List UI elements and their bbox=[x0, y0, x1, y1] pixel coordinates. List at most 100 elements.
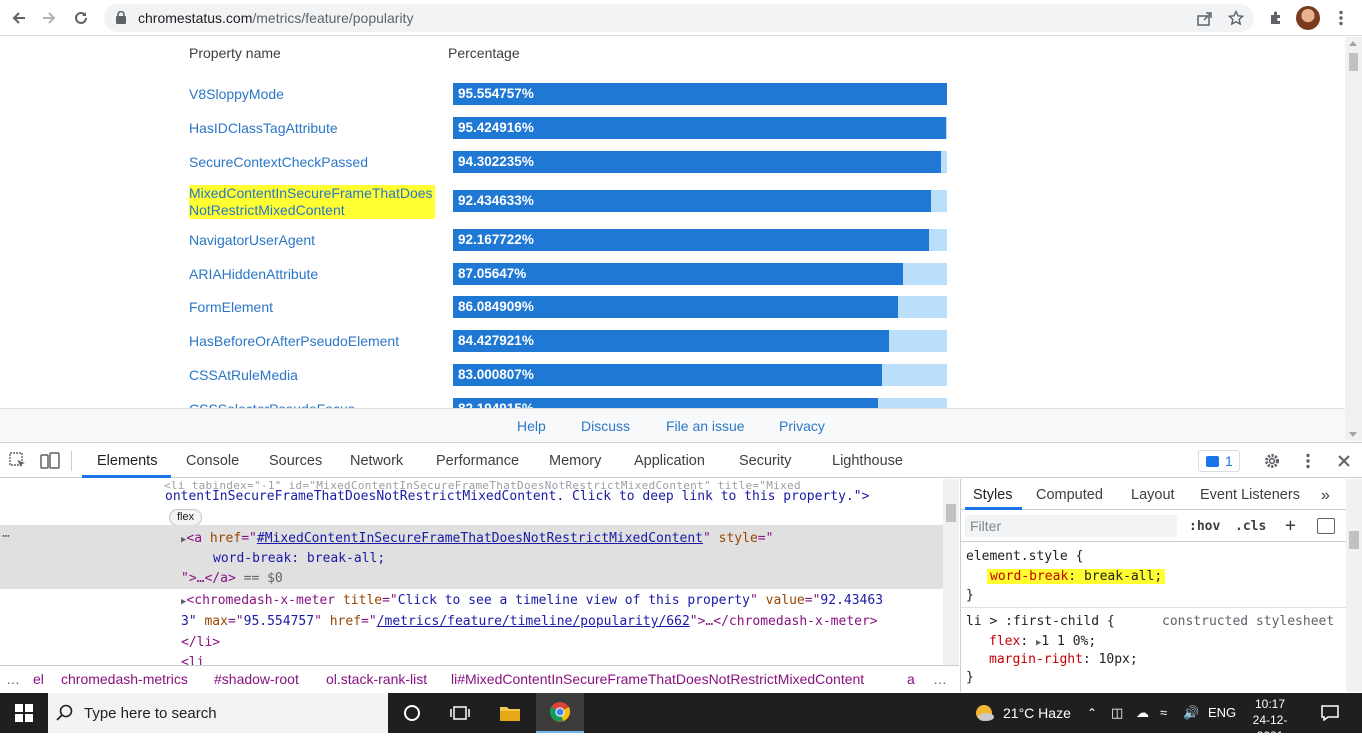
tab-security[interactable]: Security bbox=[739, 453, 791, 469]
breadcrumb-item[interactable]: el bbox=[33, 671, 44, 687]
dom-scroll-thumb[interactable] bbox=[946, 504, 956, 522]
file-explorer-icon[interactable] bbox=[486, 693, 534, 733]
task-view-icon[interactable] bbox=[436, 693, 484, 733]
percentage-meter[interactable]: 92.167722% bbox=[453, 229, 947, 251]
property-name-link[interactable]: CSSAtRuleMedia bbox=[189, 367, 435, 384]
volume-icon[interactable]: 🔊 bbox=[1183, 705, 1199, 721]
weather-text[interactable]: 21°C Haze bbox=[1003, 705, 1071, 721]
wifi-icon[interactable]: ≈ bbox=[1160, 705, 1167, 720]
property-name-link[interactable]: HasIDClassTagAttribute bbox=[189, 120, 435, 137]
chrome-taskbar-icon[interactable] bbox=[536, 693, 584, 733]
scroll-up-arrow-icon[interactable] bbox=[1349, 41, 1357, 46]
styles-filter-input[interactable]: Filter bbox=[965, 515, 1177, 537]
more-tabs-chevron-icon[interactable]: » bbox=[1321, 487, 1330, 505]
tab-computed[interactable]: Computed bbox=[1036, 487, 1103, 503]
anchor-href-link[interactable]: #MixedContentInSecureFrameThatDoesNotRes… bbox=[257, 531, 703, 546]
breadcrumb-item[interactable]: ol.stack-rank-list bbox=[326, 671, 427, 687]
close-devtools-icon[interactable] bbox=[1333, 451, 1355, 471]
tab-layout[interactable]: Layout bbox=[1131, 487, 1175, 503]
property-name-link[interactable]: HasBeforeOrAfterPseudoElement bbox=[189, 333, 435, 350]
back-icon[interactable] bbox=[6, 5, 32, 31]
device-toolbar-icon[interactable] bbox=[39, 451, 61, 471]
tab-sources[interactable]: Sources bbox=[269, 453, 322, 469]
toggle-sidebar-icon[interactable] bbox=[1317, 518, 1335, 534]
percentage-meter[interactable]: 86.084909% bbox=[453, 296, 947, 318]
page-scrollbar[interactable] bbox=[1345, 37, 1362, 441]
tab-application[interactable]: Application bbox=[634, 453, 705, 469]
help-link[interactable]: Help bbox=[517, 418, 546, 434]
share-icon[interactable] bbox=[1193, 7, 1215, 29]
extensions-icon[interactable] bbox=[1263, 5, 1289, 31]
property-name-link[interactable]: SecureContextCheckPassed bbox=[189, 154, 435, 171]
styles-scrollbar[interactable] bbox=[1346, 479, 1362, 692]
property-name-link[interactable]: ARIAHiddenAttribute bbox=[189, 266, 435, 283]
discuss-link[interactable]: Discuss bbox=[581, 418, 630, 434]
percentage-meter[interactable]: 92.434633% bbox=[453, 190, 947, 212]
flex-badge[interactable]: flex bbox=[169, 509, 203, 526]
percentage-meter[interactable]: 83.000807% bbox=[453, 364, 947, 386]
dom-scrollbar[interactable] bbox=[943, 479, 959, 665]
tab-styles[interactable]: Styles bbox=[973, 487, 1013, 503]
forward-icon[interactable] bbox=[36, 5, 62, 31]
breadcrumb-item[interactable]: #shadow-root bbox=[214, 671, 299, 687]
cls-toggle[interactable]: .cls bbox=[1235, 519, 1266, 534]
rule2-source[interactable]: constructed stylesheet bbox=[1162, 614, 1334, 629]
issues-icon bbox=[1206, 456, 1219, 467]
breadcrumb-item[interactable]: li#MixedContentInSecureFrameThatDoesNotR… bbox=[451, 671, 864, 687]
profile-avatar[interactable] bbox=[1296, 6, 1320, 30]
styles-scroll-thumb[interactable] bbox=[1349, 531, 1359, 549]
devtools-more-icon[interactable] bbox=[1297, 451, 1319, 471]
breadcrumb-item[interactable]: a bbox=[907, 671, 915, 687]
tab-memory[interactable]: Memory bbox=[549, 453, 601, 469]
scroll-down-arrow-icon[interactable] bbox=[1349, 432, 1357, 437]
cloud-icon[interactable]: ☁ bbox=[1136, 705, 1149, 721]
tab-elements[interactable]: Elements bbox=[97, 453, 157, 469]
settings-gear-icon[interactable] bbox=[1261, 451, 1283, 471]
tab-event-listeners[interactable]: Event Listeners bbox=[1200, 487, 1300, 503]
dom-node-meter[interactable]: ▶<chromedash-x-meter title="Click to see… bbox=[181, 593, 883, 608]
language-indicator[interactable]: ENG bbox=[1208, 705, 1236, 720]
tab-console[interactable]: Console bbox=[186, 453, 239, 469]
privacy-link[interactable]: Privacy bbox=[779, 418, 825, 434]
property-name-link[interactable]: FormElement bbox=[189, 299, 435, 316]
device-icon[interactable]: ◫ bbox=[1111, 705, 1123, 721]
issues-counter[interactable]: 1 bbox=[1198, 450, 1240, 472]
property-name-link[interactable]: V8SloppyMode bbox=[189, 86, 435, 103]
percentage-meter[interactable]: 94.302235% bbox=[453, 151, 947, 173]
windows-start-icon[interactable] bbox=[0, 693, 48, 733]
taskbar-search-box[interactable]: Type here to search bbox=[48, 693, 388, 733]
tab-performance[interactable]: Performance bbox=[436, 453, 519, 469]
breadcrumb-overflow-icon[interactable]: … bbox=[6, 671, 20, 687]
inspect-element-icon[interactable] bbox=[7, 451, 29, 471]
address-bar[interactable]: chromestatus.com/metrics/feature/popular… bbox=[104, 4, 1254, 32]
meter-href-link[interactable]: /metrics/feature/timeline/popularity/662 bbox=[377, 614, 690, 629]
file-issue-link[interactable]: File an issue bbox=[666, 418, 745, 434]
show-hidden-icons-chevron-icon[interactable]: ⌃ bbox=[1087, 706, 1097, 720]
property-name-link[interactable]: NavigatorUserAgent bbox=[189, 232, 435, 249]
percentage-meter[interactable]: 84.427921% bbox=[453, 330, 947, 352]
search-icon bbox=[56, 704, 73, 721]
bookmark-star-icon[interactable] bbox=[1225, 7, 1247, 29]
percentage-meter[interactable]: 95.424916% bbox=[453, 117, 947, 139]
system-clock[interactable]: 10:17 24-12-2021 bbox=[1240, 696, 1300, 744]
flex-declaration[interactable]: flex: ▶1 1 0%; bbox=[989, 634, 1096, 649]
tab-lighthouse[interactable]: Lighthouse bbox=[832, 453, 903, 469]
notification-center-icon[interactable] bbox=[1310, 693, 1350, 733]
reload-icon[interactable] bbox=[68, 5, 94, 31]
margin-right-declaration[interactable]: margin-right: 10px; bbox=[989, 652, 1138, 667]
dom-node-anchor[interactable]: ▶<a href="#MixedContentInSecureFrameThat… bbox=[181, 531, 773, 546]
more-menu-icon[interactable] bbox=[1328, 5, 1354, 31]
cortana-icon[interactable] bbox=[388, 693, 436, 733]
breadcrumb-overflow-right-icon[interactable]: … bbox=[933, 671, 947, 687]
tab-network[interactable]: Network bbox=[350, 453, 403, 469]
word-break-declaration[interactable]: word-break: break-all; bbox=[987, 569, 1166, 584]
percentage-meter[interactable]: 87.05647% bbox=[453, 263, 947, 285]
node-actions-ellipsis[interactable]: ⋯ bbox=[2, 529, 10, 544]
scroll-thumb[interactable] bbox=[1349, 53, 1358, 71]
breadcrumb-item[interactable]: chromedash-metrics bbox=[61, 671, 188, 687]
new-style-rule-icon[interactable]: + bbox=[1285, 515, 1296, 536]
percentage-meter[interactable]: 95.554757% bbox=[453, 83, 947, 105]
hov-toggle[interactable]: :hov bbox=[1189, 519, 1220, 534]
weather-icon[interactable] bbox=[964, 693, 1004, 733]
property-name-link[interactable]: MixedContentInSecureFrameThatDoesNotRest… bbox=[189, 185, 435, 219]
